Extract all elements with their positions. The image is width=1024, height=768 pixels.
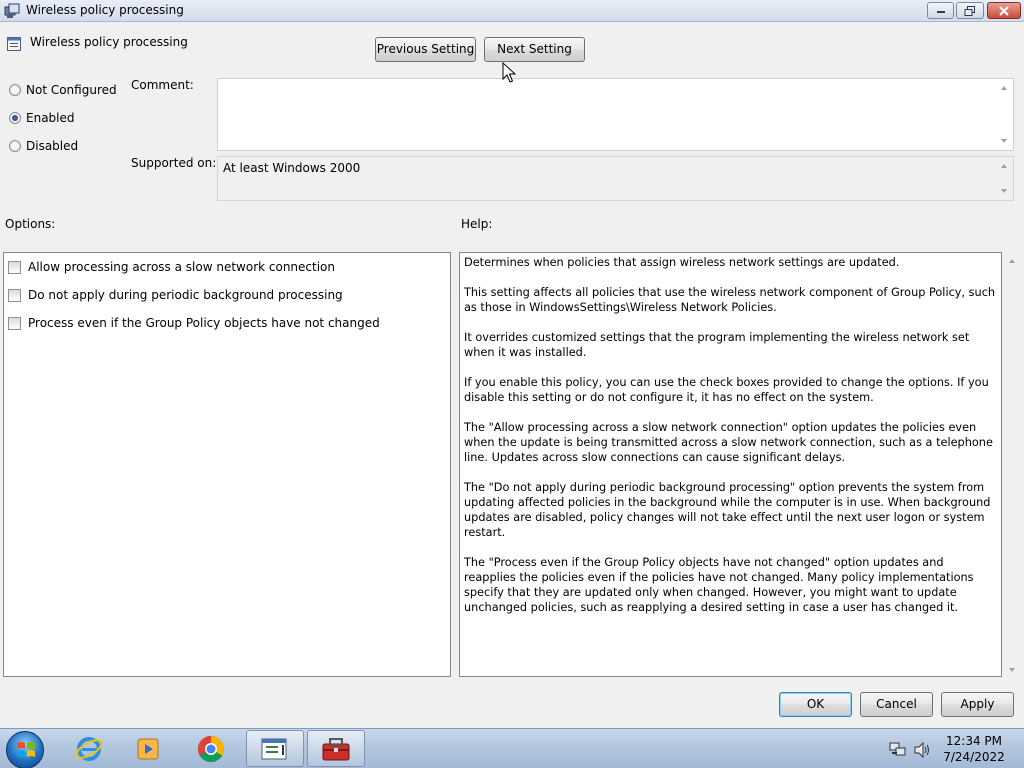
radio-circle[interactable] — [9, 112, 21, 124]
network-icon[interactable] — [889, 742, 907, 758]
help-panel: Determines when policies that assign wir… — [459, 252, 1002, 677]
options-panel: Allow processing across a slow network c… — [3, 252, 451, 677]
help-paragraph: The "Allow processing across a slow netw… — [464, 421, 993, 464]
radio-label: Enabled — [26, 111, 75, 125]
scroll-up-icon[interactable] — [1001, 164, 1007, 168]
taskbar-clock[interactable]: 12:34 PM 7/24/2022 — [938, 733, 1010, 765]
volume-icon[interactable] — [913, 742, 931, 758]
checkbox[interactable] — [8, 260, 21, 274]
radio-circle[interactable] — [9, 140, 21, 152]
next-setting-button[interactable]: Next Setting — [484, 37, 585, 62]
help-paragraph: The "Process even if the Group Policy ob… — [464, 556, 974, 614]
comment-scrollbar[interactable] — [996, 79, 1013, 150]
scroll-up-icon[interactable] — [1009, 259, 1015, 263]
close-icon — [999, 5, 1009, 16]
restore-icon — [964, 5, 975, 16]
help-paragraph: If you enable this policy, you can use t… — [464, 376, 989, 404]
checkbox[interactable] — [8, 288, 21, 302]
help-paragraph: The "Do not apply during periodic backgr… — [464, 481, 991, 539]
policy-editor-icon — [261, 738, 287, 759]
start-button[interactable] — [6, 731, 44, 768]
taskbar-toolbox[interactable] — [307, 730, 365, 767]
internet-explorer-icon — [75, 736, 103, 761]
option-slow-network[interactable]: Allow processing across a slow network c… — [8, 259, 335, 275]
option-label: Allow processing across a slow network c… — [28, 260, 336, 274]
clock-time: 12:34 PM — [946, 734, 1002, 748]
scroll-down-icon[interactable] — [1009, 668, 1015, 672]
radio-label: Not Configured — [26, 83, 117, 97]
taskbar-chrome[interactable] — [182, 730, 240, 767]
option-background-processing[interactable]: Do not apply during periodic background … — [8, 287, 343, 303]
radio-disabled[interactable]: Disabled — [9, 138, 78, 154]
previous-setting-button[interactable]: Previous Setting — [375, 37, 476, 62]
window-titlebar[interactable]: Wireless policy processing — [0, 0, 1024, 22]
restore-button[interactable] — [956, 2, 984, 19]
apply-button[interactable]: Apply — [941, 692, 1014, 717]
toolbox-icon — [322, 737, 350, 760]
taskbar-internet-explorer[interactable] — [60, 730, 118, 767]
options-label: Options: — [5, 217, 56, 231]
help-paragraph: Determines when policies that assign wir… — [464, 256, 900, 269]
scroll-down-icon[interactable] — [1001, 139, 1007, 143]
option-label: Process even if the Group Policy objects… — [28, 316, 380, 330]
taskbar — [0, 728, 1024, 768]
help-paragraph: This setting affects all policies that u… — [464, 286, 996, 314]
cancel-button[interactable]: Cancel — [860, 692, 933, 717]
help-text: Determines when policies that assign wir… — [464, 255, 996, 630]
help-label: Help: — [461, 217, 493, 231]
option-label: Do not apply during periodic background … — [28, 288, 343, 302]
radio-not-configured[interactable]: Not Configured — [9, 82, 117, 98]
close-button[interactable] — [987, 2, 1021, 19]
radio-circle[interactable] — [9, 84, 21, 96]
policy-name: Wireless policy processing — [30, 35, 188, 49]
taskbar-media-player[interactable] — [119, 730, 177, 767]
checkbox[interactable] — [8, 316, 21, 330]
policy-setting-icon — [7, 37, 21, 51]
policy-app-icon — [4, 3, 20, 18]
comment-textarea[interactable] — [217, 78, 1014, 151]
help-paragraph: It overrides customized settings that th… — [464, 331, 970, 359]
clock-date: 7/24/2022 — [943, 750, 1005, 764]
window-title: Wireless policy processing — [26, 3, 184, 17]
radio-label: Disabled — [26, 139, 79, 153]
supported-on-label: Supported on: — [131, 156, 217, 170]
comment-label: Comment: — [131, 78, 194, 92]
scroll-up-icon[interactable] — [1001, 86, 1007, 90]
taskbar-policy-editor[interactable] — [246, 730, 304, 767]
mouse-cursor-icon — [502, 62, 516, 83]
ok-button[interactable]: OK — [779, 692, 852, 717]
windows-logo-icon — [17, 742, 35, 757]
supported-on-value: At least Windows 2000 — [223, 161, 361, 175]
help-scrollbar[interactable] — [1004, 252, 1021, 677]
chrome-icon — [197, 735, 225, 762]
media-player-icon — [137, 738, 159, 759]
supported-scrollbar[interactable] — [996, 157, 1013, 200]
minimize-button[interactable] — [927, 2, 954, 19]
radio-enabled[interactable]: Enabled — [9, 110, 75, 126]
supported-on-field: At least Windows 2000 — [217, 156, 1014, 201]
scroll-down-icon[interactable] — [1001, 189, 1007, 193]
minimize-icon — [936, 10, 945, 13]
option-process-unchanged[interactable]: Process even if the Group Policy objects… — [8, 315, 380, 331]
